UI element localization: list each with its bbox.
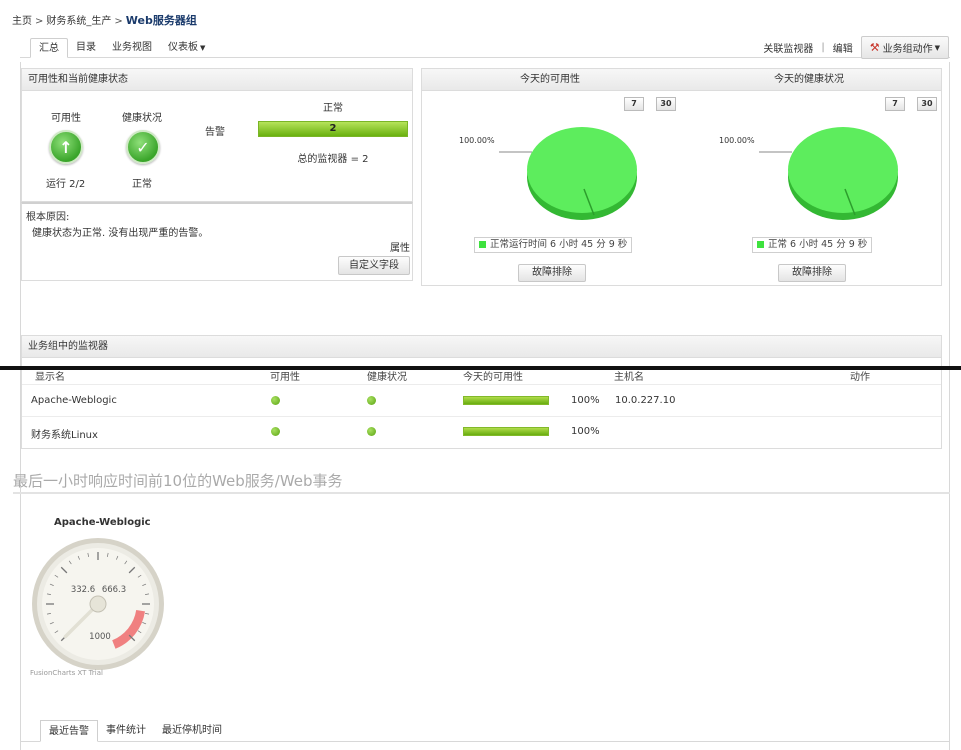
col-health: 健康状况 [367, 372, 407, 383]
today-availability-bar [463, 396, 549, 405]
today-health-title: 今天的健康状况 [774, 74, 844, 85]
section-divider [13, 492, 950, 494]
availability-label: 可用性 [51, 113, 81, 124]
associate-monitor-link[interactable]: 关联监视器 [763, 40, 813, 55]
availability-health-panel: 可用性和当前健康状态 可用性 健康状况 ↑ ✓ 运行 2/2 正常 告警 正常 … [21, 68, 413, 202]
chart-watermark: FusionCharts XT Trial [30, 669, 103, 677]
tab-dashboard[interactable]: 仪表板 ▼ [160, 38, 213, 58]
legend-swatch [479, 241, 486, 248]
chevron-down-icon: ▼ [934, 43, 940, 52]
pie-top [527, 127, 637, 213]
monitors-panel-title: 业务组中的监视器 [22, 336, 941, 358]
gauge-tick-label: 332.6 [71, 585, 95, 595]
availability-status-icon[interactable] [271, 396, 280, 405]
today-availability-pct: 100% [571, 395, 600, 406]
tab-catalog[interactable]: 目录 [68, 38, 104, 58]
tab-business-view[interactable]: 业务视图 [104, 38, 160, 58]
frame-right-border [949, 62, 950, 750]
tab-recent-alarms[interactable]: 最近告警 [40, 720, 98, 742]
breadcrumb-separator: > [114, 16, 123, 27]
tools-icon: ⚒ [869, 41, 880, 54]
tab-dashboard-label: 仪表板 [168, 42, 198, 53]
toolbar: 关联监视器 | 编辑 ⚒ 业务组动作 ▼ [763, 36, 949, 59]
root-cause-title: 根本原因: [26, 212, 70, 223]
health-status: 正常 [132, 179, 152, 190]
normal-header: 正常 [323, 103, 343, 114]
today-availability-bar [463, 427, 549, 436]
period-30-label: 30 [921, 99, 933, 108]
response-time-gauge: 332.6 666.3 1000 [32, 538, 164, 670]
health-status-icon[interactable] [367, 427, 376, 436]
period-7-label: 7 [631, 99, 637, 108]
tab-summary[interactable]: 汇总 [30, 38, 68, 58]
row-divider [22, 384, 941, 385]
col-today-availability: 今天的可用性 [463, 372, 523, 383]
tab-recent-downtime[interactable]: 最近停机时间 [154, 720, 230, 742]
col-hostname: 主机名 [614, 372, 644, 383]
normal-count-bar[interactable]: 2 [258, 121, 408, 137]
troubleshoot-availability-button[interactable]: 故障排除 [518, 264, 586, 282]
gauge-title: Apache-Weblogic [54, 517, 151, 528]
period-30-days-button[interactable]: 30 [656, 97, 676, 111]
health-pct-label: 100.00% [719, 136, 755, 145]
hostname: 10.0.227.10 [615, 395, 676, 406]
period-7-days-button[interactable]: 7 [624, 97, 644, 111]
tab-bar: 汇总 目录 业务视图 仪表板 ▼ [30, 38, 213, 60]
availability-status-icon[interactable] [271, 427, 280, 436]
group-actions-button[interactable]: ⚒ 业务组动作 ▼ [860, 36, 949, 59]
breadcrumb: 主页 > 财务系统_生产 > Web服务器组 [12, 12, 197, 28]
period-7-days-button[interactable]: 7 [885, 97, 905, 111]
period-30-days-button[interactable]: 30 [917, 97, 937, 111]
availability-status: 运行 2/2 [46, 179, 86, 190]
col-actions: 动作 [850, 372, 870, 383]
edit-link[interactable]: 编辑 [833, 40, 853, 55]
attributes-label: 属性 [390, 243, 410, 254]
monitor-name-link[interactable]: Apache-Weblogic [31, 395, 117, 406]
breadcrumb-system[interactable]: 财务系统_生产 [46, 12, 111, 27]
breadcrumb-home[interactable]: 主页 [12, 12, 32, 27]
divider: | [821, 42, 825, 53]
top10-section-title: 最后一小时响应时间前10位的Web服务/Web事务 [13, 472, 343, 490]
chevron-down-icon: ▼ [200, 44, 206, 52]
panel-title: 可用性和当前健康状态 [22, 69, 412, 91]
today-availability-pct: 100% [571, 426, 600, 437]
breadcrumb-current: Web服务器组 [125, 14, 197, 27]
col-availability: 可用性 [270, 372, 300, 383]
col-display-name: 显示名 [35, 372, 65, 383]
gauge-tick-label: 1000 [89, 632, 111, 642]
custom-field-button[interactable]: 自定义字段 [338, 256, 410, 275]
period-7-label: 7 [892, 99, 898, 108]
availability-up-icon[interactable]: ↑ [49, 130, 83, 164]
health-ok-icon[interactable]: ✓ [126, 130, 160, 164]
availability-legend: 正常运行时间 6 小时 45 分 9 秒 [474, 237, 633, 253]
today-availability-title: 今天的可用性 [520, 74, 580, 85]
health-legend-text: 正常 6 小时 45 分 9 秒 [768, 239, 868, 250]
today-panel: 今天的可用性 今天的健康状况 7 30 100.00% 正常运行时间 6 小时 … [421, 68, 942, 286]
availability-legend-text: 正常运行时间 6 小时 45 分 9 秒 [490, 239, 628, 250]
legend-swatch [757, 241, 764, 248]
divider-line [0, 366, 961, 370]
gauge-pivot [89, 595, 107, 613]
row-divider [22, 416, 941, 417]
root-cause-text: 健康状态为正常. 没有出现严重的告警。 [32, 228, 209, 239]
alarm-label: 告警 [205, 127, 225, 138]
health-label: 健康状况 [122, 113, 162, 124]
pie-top [788, 127, 898, 213]
bottom-tab-bar: 最近告警 事件统计 最近停机时间 [40, 720, 230, 742]
period-30-label: 30 [660, 99, 672, 108]
troubleshoot-health-button[interactable]: 故障排除 [778, 264, 846, 282]
today-panel-header: 今天的可用性 今天的健康状况 [422, 69, 941, 91]
total-monitors: 总的监视器 = 2 [297, 154, 369, 165]
tab-event-stats[interactable]: 事件统计 [98, 720, 154, 742]
breadcrumb-separator: > [35, 16, 44, 27]
health-status-icon[interactable] [367, 396, 376, 405]
group-actions-label: 业务组动作 [882, 44, 933, 55]
gauge-tick-label: 666.3 [102, 585, 126, 595]
availability-pct-label: 100.00% [459, 136, 495, 145]
monitors-panel: 业务组中的监视器 显示名 可用性 健康状况 今天的可用性 主机名 动作 Apac… [21, 335, 942, 449]
monitor-name-link[interactable]: 财务系统Linux [31, 426, 98, 441]
root-cause-panel: 根本原因: 健康状态为正常. 没有出现严重的告警。 属性 自定义字段 [21, 202, 413, 281]
health-legend: 正常 6 小时 45 分 9 秒 [752, 237, 873, 253]
